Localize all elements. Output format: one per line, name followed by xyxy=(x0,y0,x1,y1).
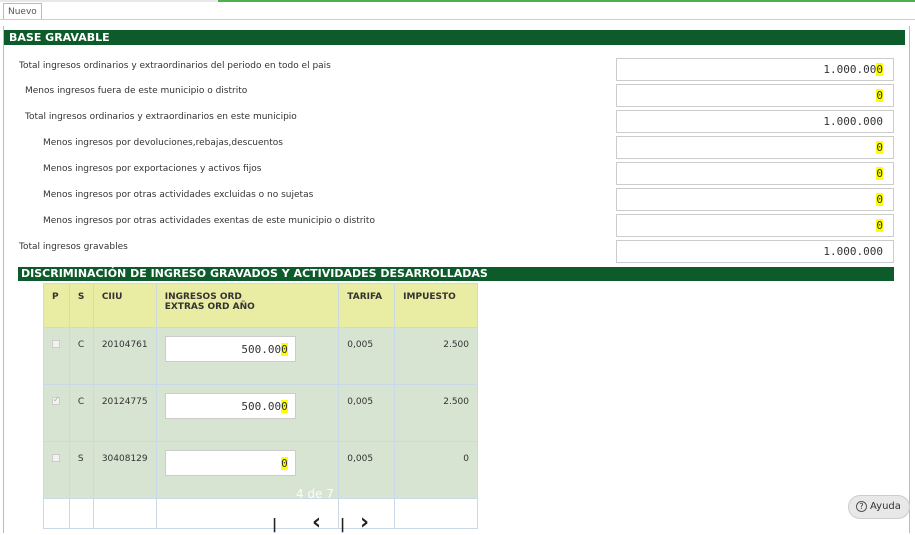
ingresos-cursor-highlight: 0 xyxy=(281,400,288,413)
cell-s: C xyxy=(68,327,94,385)
row-checkbox[interactable] xyxy=(52,340,60,348)
value-devoluciones[interactable]: 0 xyxy=(616,136,894,159)
table-row: C 20104761 500.000 0,005 2.500 xyxy=(43,327,478,385)
cell-impuesto: 0 xyxy=(394,441,478,499)
cell-empty xyxy=(68,498,94,529)
row-label-exentas: Menos ingresos por otras actividades exe… xyxy=(43,216,375,226)
col-header-ingresos: INGRESOS ORD EXTRAS ORD AÑO xyxy=(155,283,340,328)
row-label-fuera-municipio: Menos ingresos fuera de este municipio o… xyxy=(25,86,248,96)
ingresos-input[interactable]: 500.000 xyxy=(164,336,296,362)
cell-p xyxy=(43,441,70,499)
chevron-right-icon[interactable]: › xyxy=(360,512,369,534)
value-total-municipio: 1.000.000 xyxy=(616,110,894,133)
value-cursor-highlight: 0 xyxy=(876,141,883,154)
col-header-tarifa: TARIFA xyxy=(338,283,396,328)
ingresos-cursor-highlight: 0 xyxy=(281,343,288,356)
cell-empty xyxy=(43,498,70,529)
top-accent-bar xyxy=(218,0,915,2)
value-exportaciones[interactable]: 0 xyxy=(616,162,894,185)
cell-ingresos: 500.000 xyxy=(155,327,340,385)
cell-ciiu: 30408129 xyxy=(92,441,157,499)
ingresos-text: 500.00 xyxy=(241,400,282,413)
row-label-total-gravables: Total ingresos gravables xyxy=(19,242,128,252)
question-circle-icon: ? xyxy=(856,501,867,512)
help-button[interactable]: ? Ayuda xyxy=(848,495,910,519)
cell-ingresos: 500.000 xyxy=(155,384,340,442)
table-row: C 20124775 500.000 0,005 2.500 xyxy=(43,384,478,442)
value-text: 1.000.000 xyxy=(823,115,883,128)
help-label: Ayuda xyxy=(870,501,901,512)
row-label-total-pais: Total ingresos ordinarios y extraordinar… xyxy=(19,61,331,71)
col-header-ingresos-line2: EXTRAS ORD AÑO xyxy=(164,302,255,312)
ingresos-input[interactable]: 0 xyxy=(164,450,296,476)
value-cursor-highlight: 0 xyxy=(876,219,883,232)
cell-p xyxy=(43,384,70,442)
ingresos-input[interactable]: 500.000 xyxy=(164,393,296,419)
top-border xyxy=(0,0,915,2)
table-row-empty xyxy=(43,498,478,529)
cell-ciiu: 20104761 xyxy=(92,327,157,385)
cell-tarifa: 0,005 xyxy=(338,441,396,499)
activities-table: P S CIIU INGRESOS ORD EXTRAS ORD AÑO TARI… xyxy=(43,283,478,529)
tab-divider xyxy=(0,19,915,20)
cell-ciiu: 20124775 xyxy=(92,384,157,442)
table-header-row: P S CIIU INGRESOS ORD EXTRAS ORD AÑO TARI… xyxy=(43,283,478,328)
cell-impuesto: 2.500 xyxy=(394,384,478,442)
value-cursor-highlight: 0 xyxy=(876,193,883,206)
value-total-gravables: 1.000.000 xyxy=(616,240,894,263)
col-header-ingresos-line1: INGRESOS ORD xyxy=(164,292,242,302)
value-text: 1.000.00 xyxy=(823,63,877,76)
col-header-impuesto: IMPUESTO xyxy=(394,283,478,328)
value-excluidas[interactable]: 0 xyxy=(616,188,894,211)
row-checkbox[interactable] xyxy=(52,454,60,462)
ingresos-text: 500.00 xyxy=(241,343,282,356)
col-header-ciiu: CIIU xyxy=(92,283,157,328)
cell-tarifa: 0,005 xyxy=(338,327,396,385)
row-checkbox-checked[interactable] xyxy=(52,395,60,405)
cell-empty xyxy=(394,498,478,529)
cell-p xyxy=(43,327,70,385)
page-navigation: | ‹ | › xyxy=(262,512,382,535)
cell-tarifa: 0,005 xyxy=(338,384,396,442)
page-indicator: 4 de 7 xyxy=(296,487,334,501)
table-row: S 30408129 0 0,005 0 xyxy=(43,441,478,499)
value-exentas[interactable]: 0 xyxy=(616,214,894,237)
col-header-p: P xyxy=(43,283,70,328)
row-label-total-municipio: Total ingresos ordinarios y extraordinar… xyxy=(25,112,297,122)
cell-s: C xyxy=(68,384,94,442)
col-header-s: S xyxy=(68,283,94,328)
value-cursor-highlight: 0 xyxy=(876,63,883,76)
cell-empty xyxy=(92,498,157,529)
row-label-exportaciones: Menos ingresos por exportaciones y activ… xyxy=(43,164,262,174)
chevron-left-icon[interactable]: ‹ xyxy=(312,512,321,534)
nav-first-icon[interactable]: | xyxy=(272,515,277,535)
value-text: 1.000.000 xyxy=(823,245,883,258)
ingresos-cursor-highlight: 0 xyxy=(281,457,288,470)
value-cursor-highlight: 0 xyxy=(876,167,883,180)
nav-separator-icon: | xyxy=(340,517,346,533)
cell-impuesto: 2.500 xyxy=(394,327,478,385)
row-label-devoluciones: Menos ingresos por devoluciones,rebajas,… xyxy=(43,138,283,148)
discriminacion-header: DISCRIMINACIÓN DE INGRESO GRAVADOS Y ACT… xyxy=(18,267,894,281)
value-cursor-highlight: 0 xyxy=(876,89,883,102)
tab-nuevo[interactable]: Nuevo xyxy=(3,3,42,20)
base-gravable-header: BASE GRAVABLE xyxy=(4,30,905,45)
value-fuera-municipio[interactable]: 0 xyxy=(616,84,894,107)
row-label-excluidas: Menos ingresos por otras actividades exc… xyxy=(43,190,314,200)
cell-s: S xyxy=(68,441,94,499)
value-total-pais[interactable]: 1.000.000 xyxy=(616,58,894,81)
